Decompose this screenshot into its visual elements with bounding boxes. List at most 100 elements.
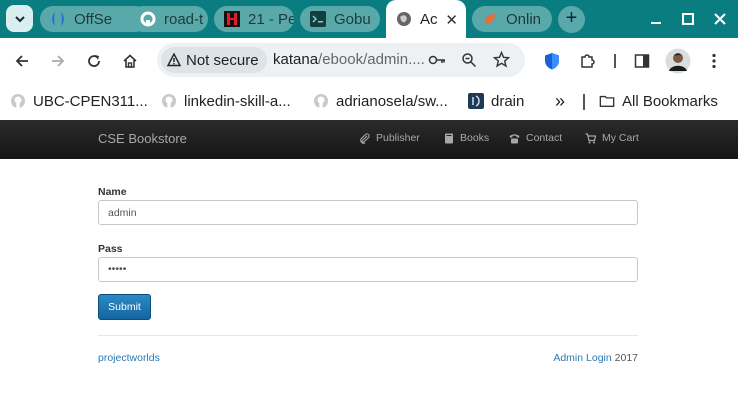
bookmark-item[interactable]: linkedin-skill-a... (161, 90, 291, 112)
tab-online[interactable]: Onlin (472, 6, 552, 32)
nav-books[interactable]: Books (443, 132, 489, 144)
bookmark-label: UBC-CPEN311... (33, 92, 148, 110)
name-label: Name (98, 186, 127, 198)
side-panel-button[interactable] (631, 50, 653, 72)
browser-toolbar: Not secure katana/ebook/admin.... (0, 38, 738, 84)
url-path: /ebook/admin.... (318, 51, 425, 68)
offsec-icon (50, 11, 66, 27)
close-tab-icon[interactable]: ✕ (445, 11, 458, 29)
cart-icon (585, 132, 596, 144)
shield-extension-button[interactable] (541, 50, 563, 72)
extensions-button[interactable] (577, 50, 599, 72)
all-bookmarks-button[interactable]: All Bookmarks (599, 90, 718, 112)
phone-icon (509, 133, 520, 144)
pass-input[interactable]: ••••• (98, 257, 638, 282)
arrow-right-icon (52, 55, 65, 67)
address-bar[interactable]: Not secure katana/ebook/admin.... (157, 43, 525, 77)
bookmark-label: linkedin-skill-a... (184, 92, 291, 110)
github-icon (140, 11, 156, 27)
side-panel-icon (634, 54, 650, 68)
tab-admin-active[interactable]: Ac ✕ (386, 0, 466, 38)
tab-gobuster[interactable]: Gobu (300, 6, 380, 32)
tab-title: Onlin (506, 10, 542, 28)
footer-right: Admin Login 2017 (553, 352, 638, 364)
back-button[interactable] (11, 50, 33, 72)
tab-title: OffSe (74, 10, 113, 28)
tab-search-button[interactable] (6, 5, 33, 32)
github-icon (313, 93, 329, 109)
bookmark-item[interactable]: drain (468, 90, 524, 112)
zoom-icon[interactable] (461, 52, 477, 73)
drain-icon (468, 93, 484, 109)
nav-cart[interactable]: My Cart (585, 132, 639, 144)
tab-21[interactable]: 21 - Pe (214, 6, 294, 32)
toolbar-divider (614, 54, 616, 68)
url-text[interactable]: katana/ebook/admin.... (273, 51, 425, 68)
security-label: Not secure (186, 51, 259, 69)
plus-icon: + (565, 7, 578, 29)
minimize-button[interactable] (645, 8, 667, 30)
footer-year: 2017 (614, 352, 638, 364)
admin-login-link[interactable]: Admin Login (553, 352, 611, 364)
chevron-down-icon (14, 15, 25, 22)
red-h-icon (224, 11, 240, 27)
home-button[interactable] (119, 50, 141, 72)
home-icon (123, 54, 137, 68)
menu-button[interactable] (703, 50, 725, 72)
tab-title: 21 - Pe (248, 10, 294, 28)
submit-button[interactable]: Submit (98, 294, 151, 320)
book-icon (443, 133, 454, 144)
pass-label: Pass (98, 243, 123, 255)
avatar-icon (665, 48, 691, 74)
nav-label: My Cart (602, 132, 639, 144)
name-input[interactable] (98, 200, 638, 225)
tab-road[interactable]: road-t (130, 6, 208, 32)
all-bookmarks-label: All Bookmarks (622, 92, 718, 110)
terminal-icon (310, 11, 326, 27)
folder-icon (599, 93, 615, 109)
kebab-menu-icon (712, 53, 716, 69)
bookmark-item[interactable]: UBC-CPEN311... (10, 90, 148, 112)
forward-button[interactable] (47, 50, 69, 72)
github-icon (161, 93, 177, 109)
maximize-icon (682, 13, 694, 25)
orange-leaf-icon (482, 11, 498, 27)
tab-strip: OffSe road-t 21 - Pe Gobu Ac ✕ Onlin + (0, 0, 738, 38)
puzzle-icon (581, 54, 595, 68)
minimize-icon (651, 22, 661, 24)
maximize-button[interactable] (677, 8, 699, 30)
tab-title: Ac (420, 10, 438, 28)
bookmarks-overflow-button[interactable]: » (555, 90, 565, 112)
profile-avatar[interactable] (665, 48, 691, 74)
tab-title: Gobu (334, 10, 371, 28)
close-window-button[interactable] (709, 8, 731, 30)
github-icon (10, 93, 26, 109)
close-icon (714, 13, 726, 25)
footer-divider (98, 335, 638, 336)
bookmark-item[interactable]: adrianosela/sw... (313, 90, 448, 112)
site-navbar: CSE Bookstore Publisher Books Contact My… (0, 120, 738, 159)
nav-label: Books (460, 132, 490, 144)
url-host: katana (273, 51, 319, 68)
reload-icon (88, 55, 100, 67)
key-icon[interactable] (428, 52, 446, 73)
new-tab-button[interactable]: + (558, 6, 585, 33)
site-brand[interactable]: CSE Bookstore (98, 131, 187, 146)
warning-icon (167, 53, 181, 67)
bookmark-label: drain (491, 92, 525, 110)
arrow-left-icon (15, 55, 28, 67)
bookmark-label: adrianosela/sw... (336, 92, 448, 110)
bookmarks-bar: UBC-CPEN311... linkedin-skill-a... adria… (0, 84, 738, 120)
paperclip-icon (359, 132, 370, 144)
bookmarks-divider (583, 94, 585, 110)
footer-projectworlds-link[interactable]: projectworlds (98, 352, 160, 364)
reload-button[interactable] (83, 50, 105, 72)
globe-icon (396, 11, 412, 27)
star-icon[interactable] (492, 50, 511, 73)
nav-label: Publisher (376, 132, 420, 144)
tab-title: road-t (164, 10, 204, 28)
shield-icon (545, 53, 559, 70)
nav-contact[interactable]: Contact (509, 132, 562, 144)
security-chip[interactable]: Not secure (161, 47, 267, 73)
nav-publisher[interactable]: Publisher (359, 132, 420, 144)
